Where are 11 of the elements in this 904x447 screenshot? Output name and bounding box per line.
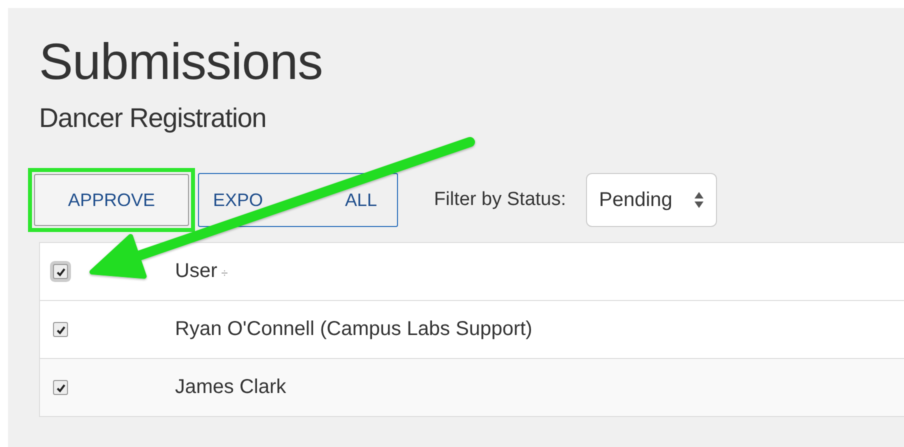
approve-button[interactable]: APPROVE: [34, 174, 190, 226]
filter-label: Filter by Status:: [434, 189, 566, 211]
status-select[interactable]: Pending: [586, 173, 718, 227]
checkbox[interactable]: [53, 322, 68, 338]
form-subtitle: Dancer Registration: [39, 102, 268, 134]
dropdown-arrows-icon: [694, 191, 704, 209]
checkbox[interactable]: [53, 380, 68, 396]
page-title: Submissions: [39, 32, 324, 92]
column-header[interactable]: User: [175, 260, 218, 282]
checkbox[interactable]: [53, 264, 68, 280]
table-cell: James Clark: [175, 358, 904, 416]
